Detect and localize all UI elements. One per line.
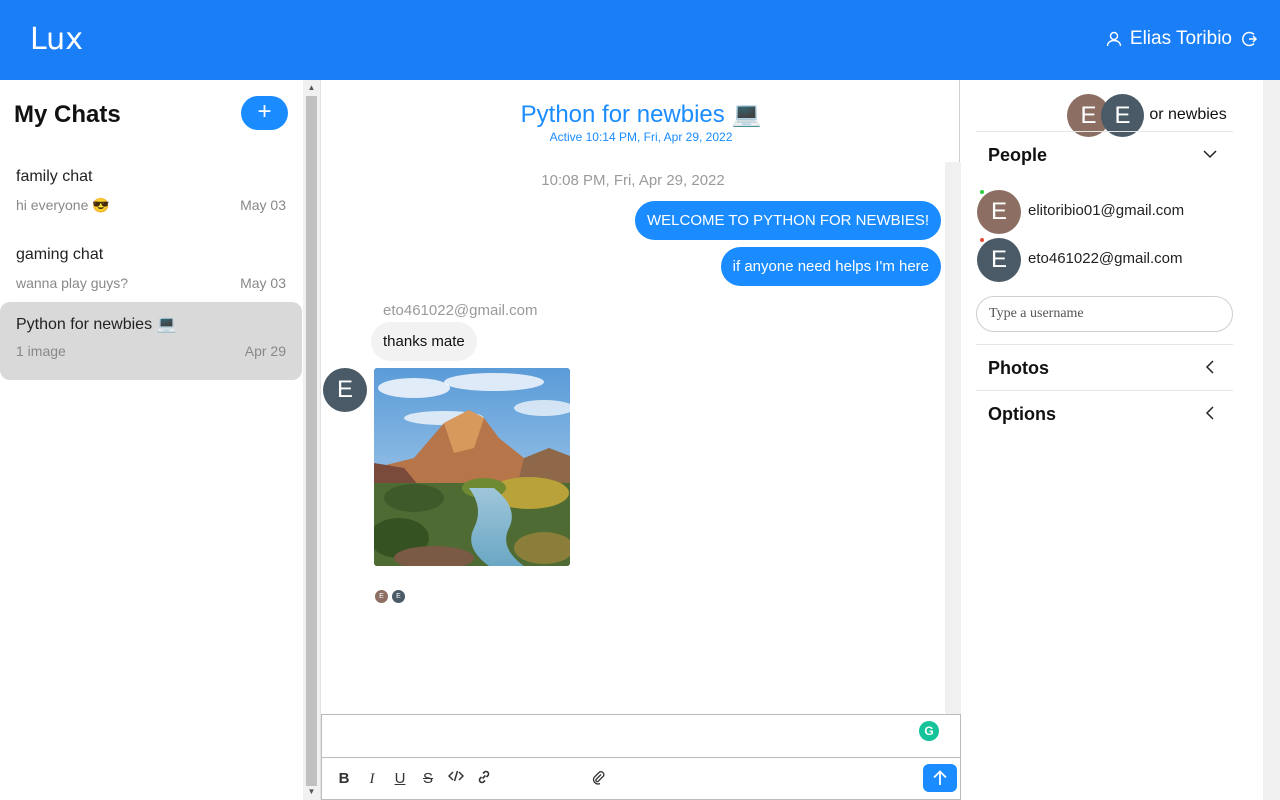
chat-list-panel: My Chats + family chat hi everyone 😎 May… <box>0 80 303 800</box>
photos-label: Photos <box>988 358 1049 378</box>
online-status-dot <box>980 190 984 194</box>
chat-name: gaming chat <box>16 246 104 263</box>
message-scrollbar[interactable] <box>945 162 961 714</box>
person-row[interactable]: E eto461022@gmail.com <box>976 236 1226 282</box>
underline-button[interactable]: U <box>390 769 410 789</box>
their-message: thanks mate <box>371 322 477 361</box>
person-row[interactable]: E elitoribio01@gmail.com <box>976 188 1226 234</box>
chat-feed: Python for newbies 💻 Active 10:14 PM, Fr… <box>320 80 961 800</box>
person-avatar: E <box>977 238 1021 282</box>
link-icon[interactable] <box>474 769 494 789</box>
options-section-toggle[interactable]: Options <box>976 390 1233 436</box>
people-section-toggle[interactable]: People <box>976 131 1233 177</box>
my-message: if anyone need helps I'm here <box>720 247 941 286</box>
read-receipt-avatar: E <box>375 590 388 603</box>
top-bar: Lux Elias Toribio <box>0 0 1280 80</box>
chat-date: May 03 <box>240 197 286 213</box>
chat-last-message: 1 image <box>16 343 66 359</box>
chat-last-message: wanna play guys? <box>16 275 129 291</box>
chat-last-message: hi everyone 😎 <box>16 197 110 213</box>
chat-settings-panel: or newbies E E People E elitoribio01@gma… <box>961 80 1263 800</box>
offline-status-dot <box>980 238 984 242</box>
attachment-icon[interactable] <box>588 769 608 789</box>
user-menu[interactable]: Elias Toribio <box>1106 28 1258 50</box>
message-input[interactable]: G <box>321 714 961 758</box>
settings-scrollbar[interactable] <box>1263 80 1280 800</box>
chat-name: Python for newbies 💻 <box>16 316 177 333</box>
brand-logo[interactable]: Lux <box>30 22 83 57</box>
arrow-up-icon <box>933 770 947 785</box>
send-button[interactable] <box>923 764 957 792</box>
chat-activity: Active 10:14 PM, Fri, Apr 29, 2022 <box>549 130 733 144</box>
message-list: 10:08 PM, Fri, Apr 29, 2022 WELCOME TO P… <box>321 162 945 714</box>
options-label: Options <box>988 404 1056 424</box>
chat-list-item-gaming[interactable]: gaming chat wanna play guys? May 03 <box>0 234 302 312</box>
logout-icon[interactable] <box>1240 30 1258 48</box>
chat-name: family chat <box>16 168 93 185</box>
person-avatar: E <box>977 190 1021 234</box>
sender-avatar[interactable]: E <box>323 368 367 412</box>
chat-list-item-python[interactable]: Python for newbies 💻 1 image Apr 29 <box>0 302 302 380</box>
scrollbar-thumb[interactable] <box>306 96 317 786</box>
landscape-image <box>374 368 570 566</box>
new-chat-button[interactable]: + <box>241 96 288 130</box>
bold-button[interactable]: B <box>334 769 354 789</box>
chevron-left-icon <box>1205 406 1214 420</box>
code-icon[interactable] <box>446 769 466 789</box>
grammarly-icon[interactable]: G <box>919 721 939 741</box>
photos-section-toggle[interactable]: Photos <box>976 344 1233 390</box>
shared-image[interactable] <box>374 368 570 566</box>
my-chats-title: My Chats <box>14 101 121 128</box>
person-email: eto461022@gmail.com <box>1028 250 1183 267</box>
chevron-left-icon <box>1205 360 1214 374</box>
strikethrough-button[interactable]: S <box>418 769 438 789</box>
scroll-down-arrow-icon[interactable]: ▼ <box>303 785 320 799</box>
chat-date: Apr 29 <box>244 343 286 359</box>
person-email: elitoribio01@gmail.com <box>1028 202 1185 219</box>
italic-button[interactable]: I <box>362 769 382 789</box>
chat-list-item-family[interactable]: family chat hi everyone 😎 May 03 <box>0 156 302 234</box>
user-icon <box>1106 31 1122 47</box>
scroll-up-arrow-icon[interactable]: ▲ <box>303 81 320 95</box>
message-timestamp: 10:08 PM, Fri, Apr 29, 2022 <box>541 172 725 189</box>
people-label: People <box>988 145 1048 165</box>
chat-title: Python for newbies 💻 <box>520 101 762 128</box>
read-receipt-avatar: E <box>392 590 405 603</box>
formatting-toolbar: B I U S <box>321 758 961 800</box>
my-message: WELCOME TO PYTHON FOR NEWBIES! <box>635 201 941 240</box>
user-name: Elias Toribio <box>1129 28 1232 49</box>
chevron-down-icon <box>1203 150 1217 159</box>
add-username-input[interactable] <box>976 296 1233 332</box>
chat-list-scrollbar[interactable]: ▲ ▼ <box>303 80 320 800</box>
chat-date: May 03 <box>240 275 286 291</box>
message-sender: eto461022@gmail.com <box>383 302 538 319</box>
